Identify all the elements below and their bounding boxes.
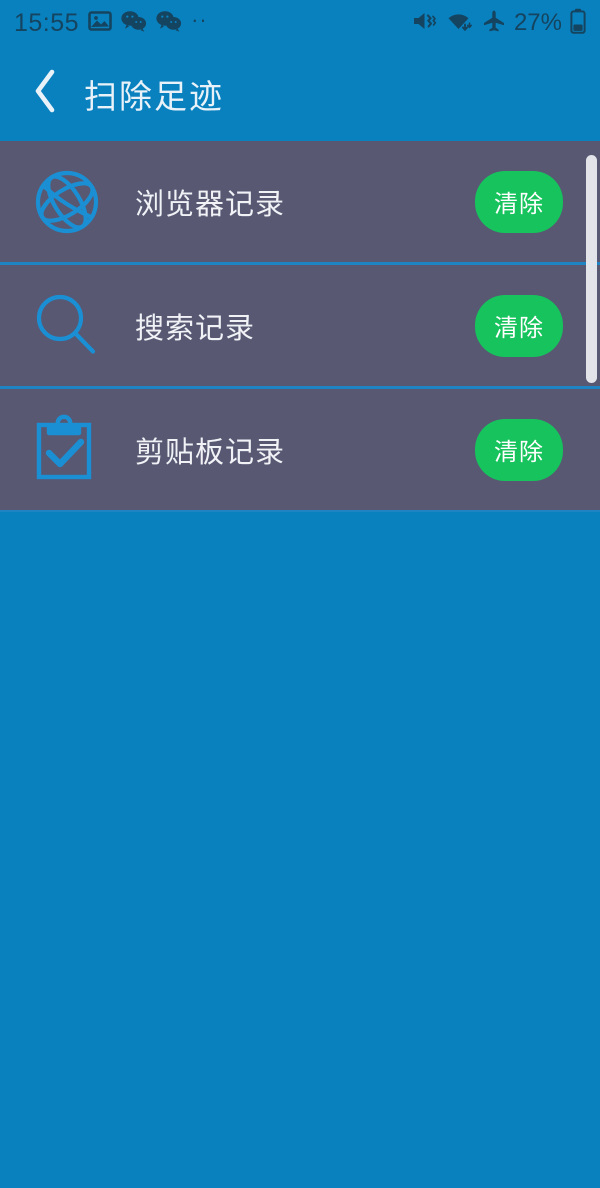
- record-row-label: 浏览器记录: [135, 188, 286, 221]
- wifi-icon: [446, 9, 474, 38]
- record-row-label: 剪贴板记录: [135, 436, 286, 469]
- record-list: 浏览器记录 清除 搜索记录 清除 剪贴板记录 清除: [0, 141, 600, 512]
- list-scrollbar[interactable]: [586, 155, 597, 383]
- back-button[interactable]: [18, 66, 74, 122]
- mute-vibrate-icon: [412, 9, 438, 38]
- overflow-dots-icon: ··: [191, 7, 208, 32]
- back-chevron-icon: [31, 68, 61, 119]
- status-clock: 15:55: [14, 8, 80, 37]
- status-bar-left: 15:55 ··: [14, 9, 208, 38]
- wechat-icon: [156, 10, 182, 37]
- wechat-icon: [121, 10, 147, 37]
- image-icon: [88, 9, 112, 38]
- record-row-label: 搜索记录: [135, 312, 256, 345]
- status-bar: 15:55 ·· 27%: [0, 0, 600, 46]
- status-bar-right: 27%: [412, 8, 586, 39]
- content-area: [0, 512, 600, 1188]
- airplane-mode-icon: [482, 9, 506, 38]
- clear-button-search[interactable]: 清除: [475, 294, 563, 357]
- clipboard-check-icon: [26, 409, 108, 491]
- globe-icon: [26, 161, 108, 243]
- battery-percent-label: 27%: [513, 9, 562, 36]
- page-title: 扫除足迹: [84, 77, 224, 115]
- record-row-browser[interactable]: 浏览器记录 清除: [0, 141, 600, 265]
- record-row-search[interactable]: 搜索记录 清除: [0, 265, 600, 389]
- app-screen: 15:55 ·· 27% 扫除足迹 浏览器记录 清除 搜索记录 清除 剪贴板记录…: [0, 0, 600, 1188]
- app-bar: 扫除足迹: [0, 46, 600, 141]
- battery-icon: [570, 8, 586, 39]
- clear-button-browser[interactable]: 清除: [475, 170, 563, 233]
- record-row-clipboard[interactable]: 剪贴板记录 清除: [0, 389, 600, 512]
- search-icon: [26, 285, 108, 367]
- clear-button-clipboard[interactable]: 清除: [475, 418, 563, 481]
